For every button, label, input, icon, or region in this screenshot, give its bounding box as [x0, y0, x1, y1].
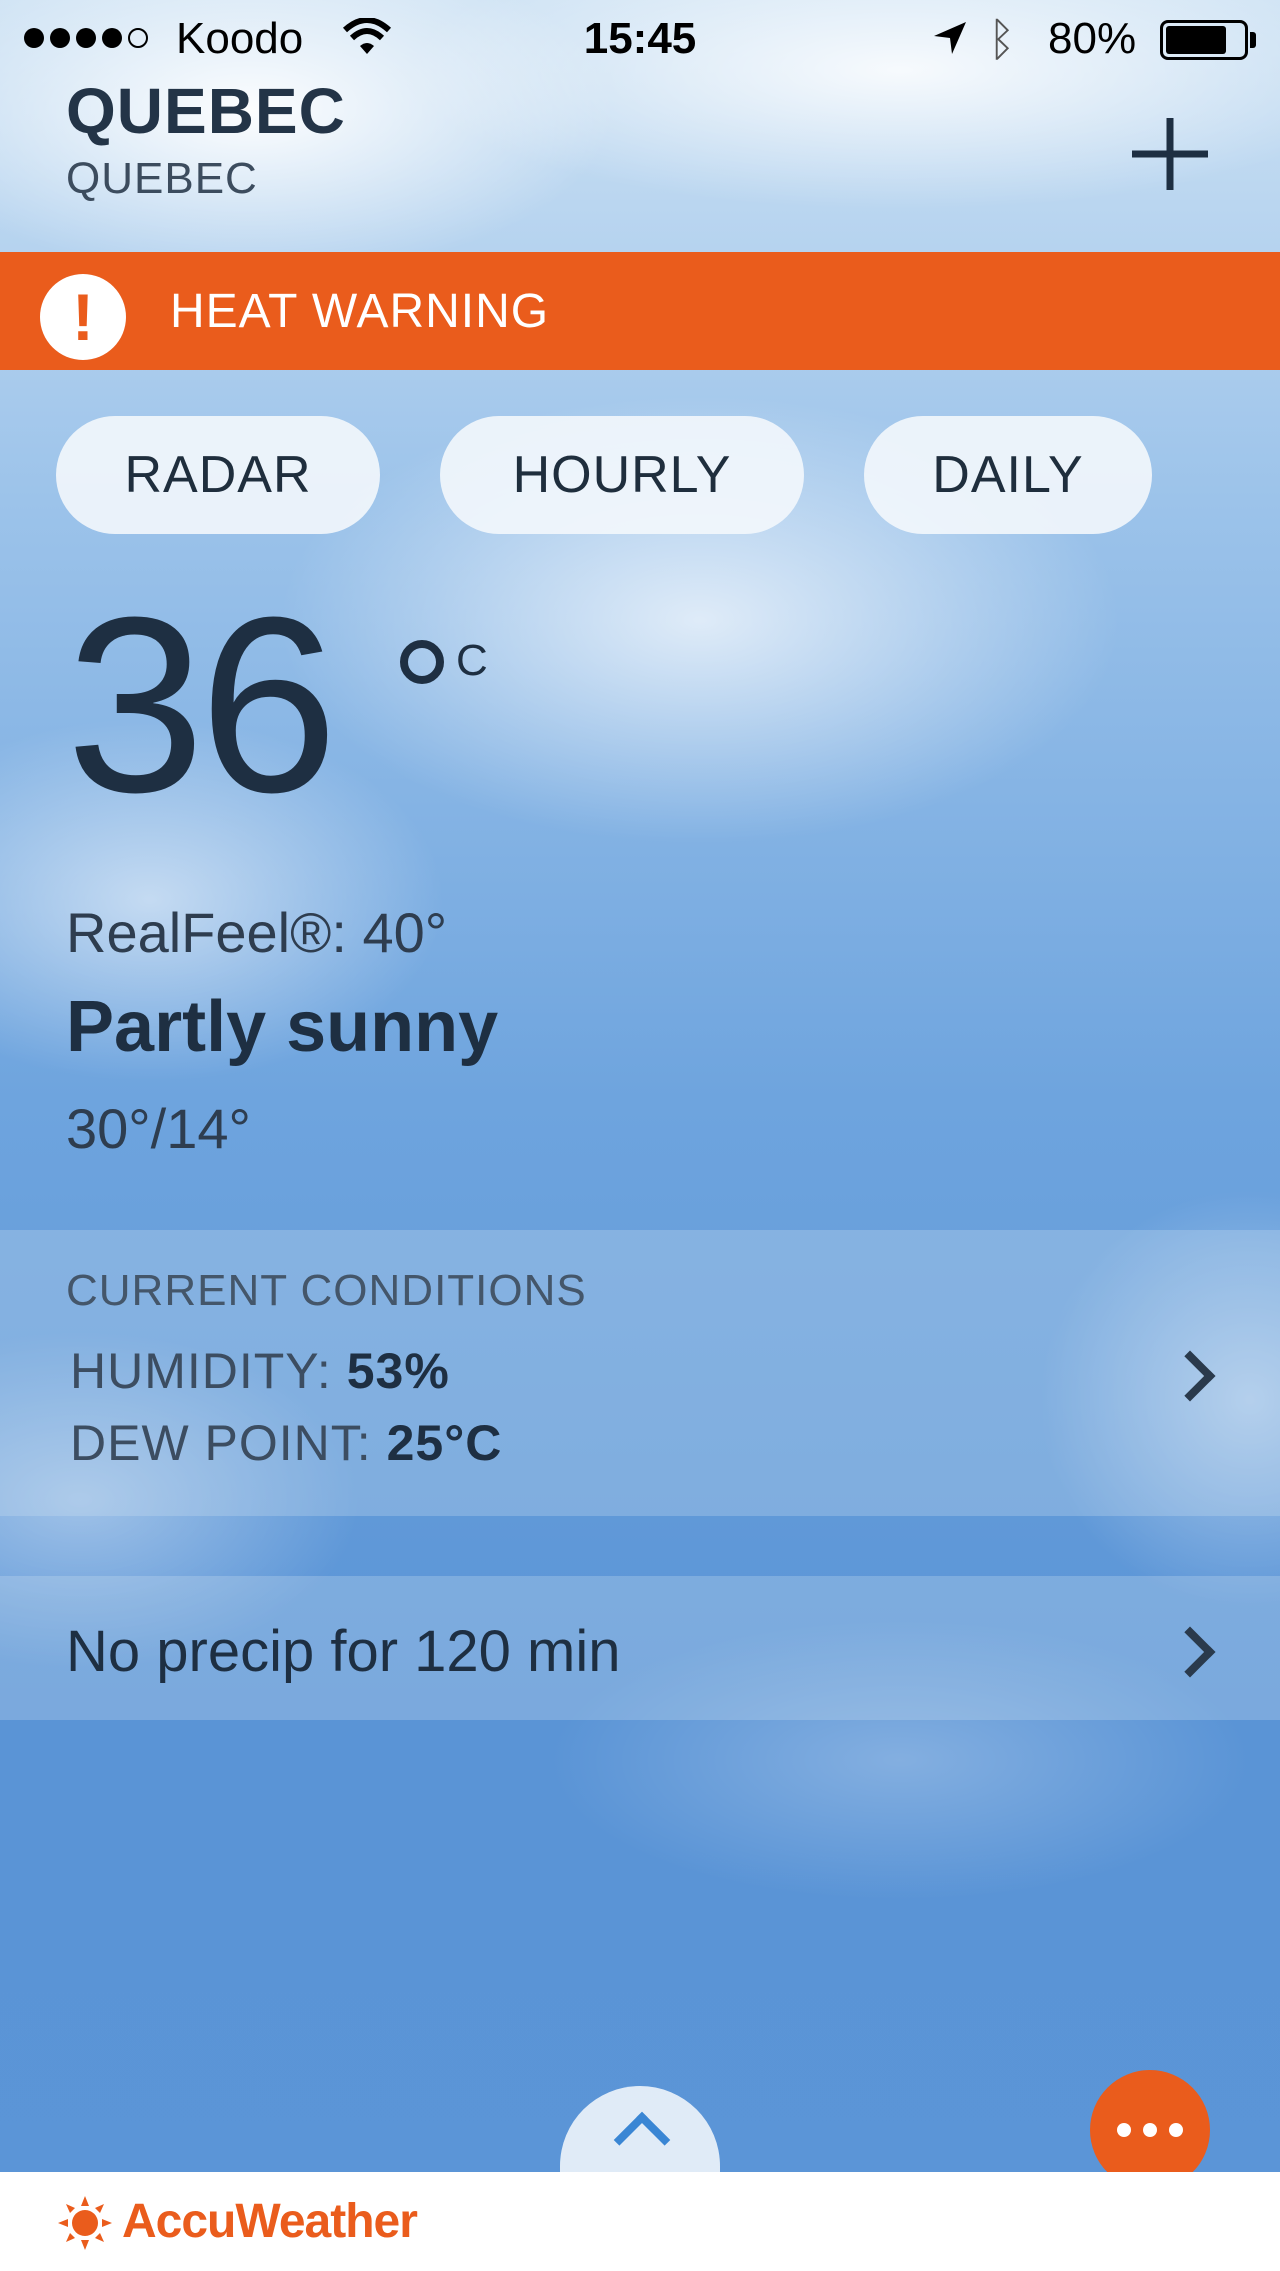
humidity-row: HUMIDITY: 53% [70, 1342, 450, 1400]
precipitation-text[interactable]: No precip for 120 min [66, 1618, 620, 1685]
location-arrow-icon [934, 22, 966, 54]
status-bar: Koodo 15:45 ᛒ 80% [0, 0, 1280, 82]
weather-condition: Partly sunny [66, 987, 499, 1067]
realfeel-temperature: RealFeel®: 40° [66, 901, 448, 964]
dew-point-label: DEW POINT: [70, 1415, 372, 1471]
battery-icon [1160, 20, 1248, 60]
dew-point-row: DEW POINT: 25°C [70, 1414, 502, 1472]
exclamation-icon: ! [40, 274, 126, 360]
more-dot [1143, 2123, 1157, 2137]
region-name: QUEBEC [66, 154, 258, 203]
tab-radar[interactable]: RADAR [56, 416, 380, 534]
battery-cap [1250, 32, 1256, 48]
tab-hourly[interactable]: HOURLY [440, 416, 804, 534]
battery-percent: 80% [1048, 14, 1137, 63]
humidity-label: HUMIDITY: [70, 1343, 332, 1399]
accuweather-logo: AccuWeather [122, 2195, 418, 2248]
high-low-temperature: 30°/14° [66, 1097, 251, 1160]
current-conditions-title: CURRENT CONDITIONS [66, 1266, 587, 1315]
degree-symbol [400, 640, 444, 684]
more-dot [1117, 2123, 1131, 2137]
humidity-value: 53% [346, 1343, 450, 1399]
bluetooth-icon: ᛒ [988, 13, 1016, 65]
alert-text[interactable]: HEAT WARNING [170, 284, 549, 339]
current-temperature: 36 [66, 565, 338, 844]
temperature-unit: C [456, 636, 488, 685]
city-name[interactable]: QUEBEC [66, 74, 346, 148]
tab-daily[interactable]: DAILY [864, 416, 1152, 534]
more-dot [1169, 2123, 1183, 2137]
add-location-button[interactable] [1120, 104, 1220, 204]
dew-point-value: 25°C [386, 1415, 503, 1471]
accuweather-sun-icon [58, 2196, 112, 2250]
